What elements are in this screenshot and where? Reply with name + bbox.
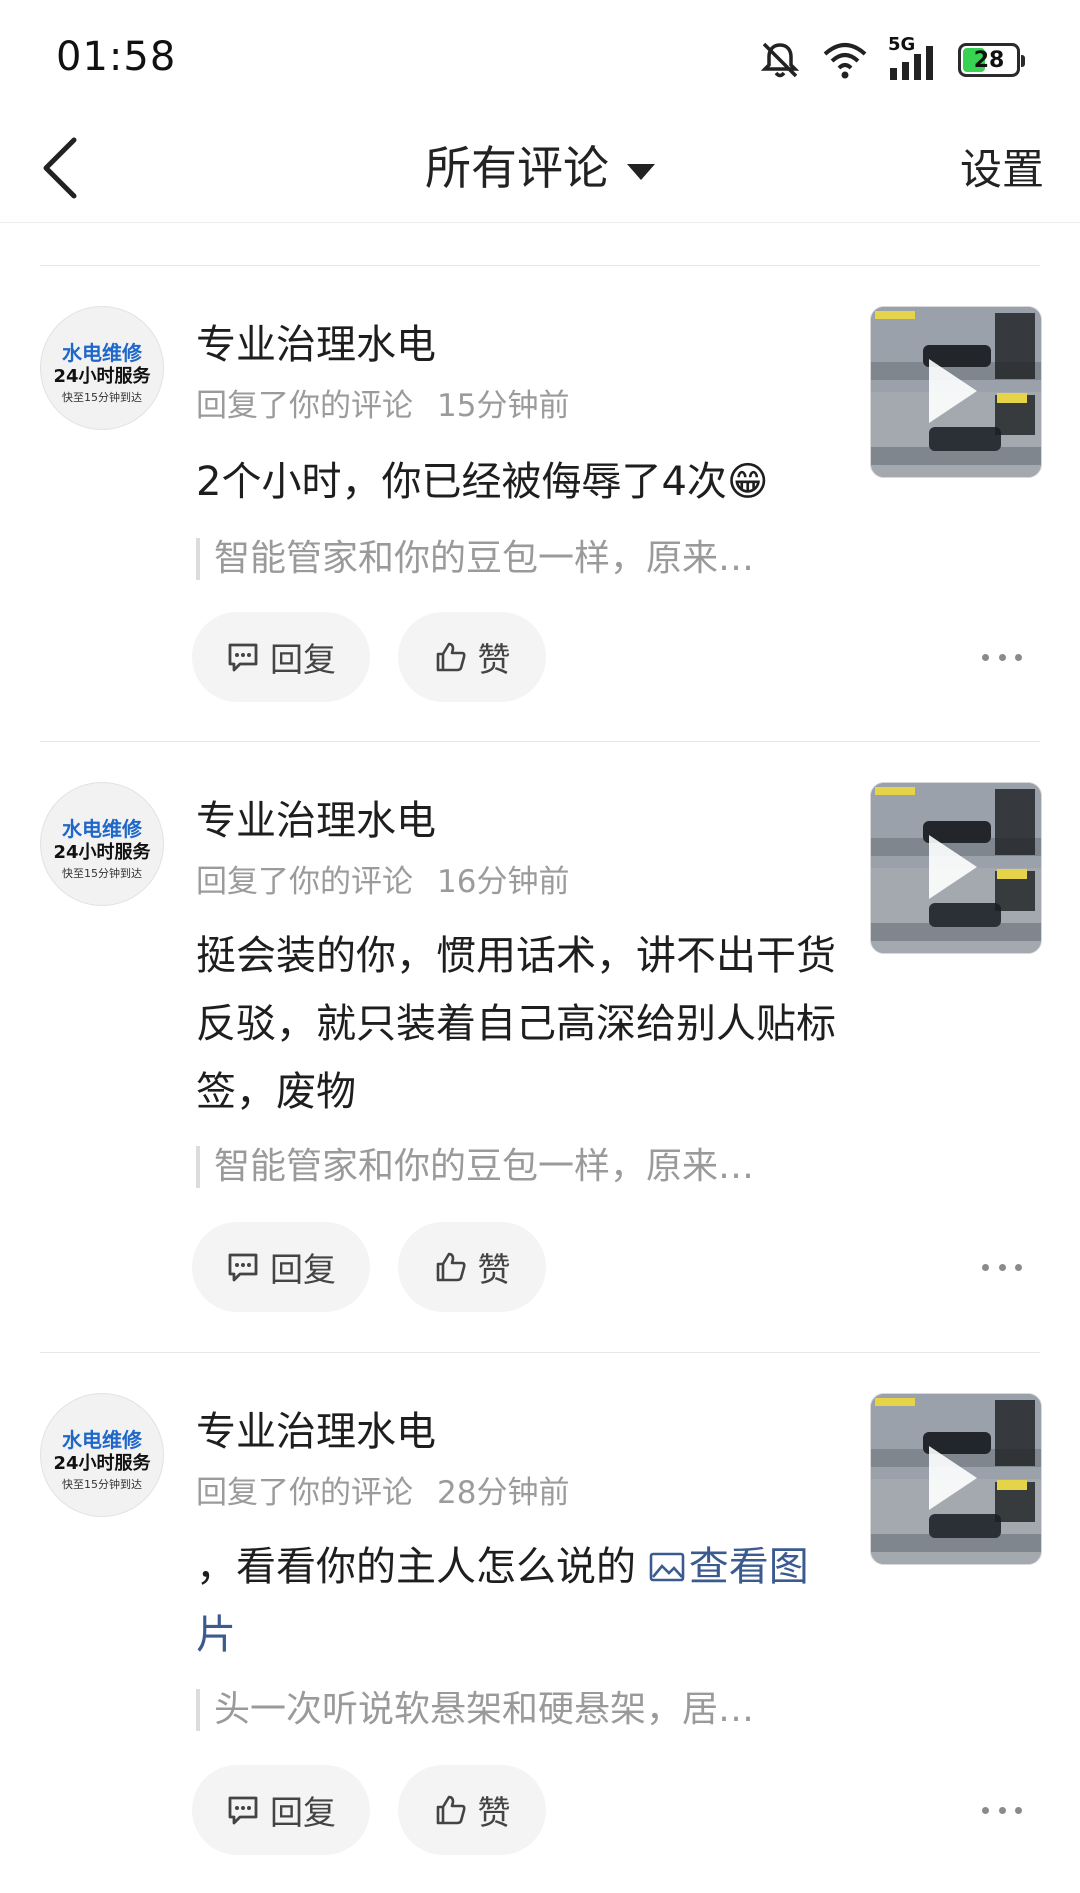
more-options-icon[interactable] [982,1260,1022,1274]
nav-bar: 所有评论 设置 [0,110,1080,223]
action-text: 回复了你的评论 [196,1475,413,1511]
wifi-icon [823,43,867,79]
comment-filter-dropdown[interactable]: 所有评论 [0,132,1080,198]
play-icon [929,1446,977,1510]
comment-text[interactable]: 2个小时，你已经被侮辱了4次😁 [196,448,836,516]
more-options-icon[interactable] [982,1803,1022,1817]
cellular-signal-icon: 5G [888,34,938,82]
like-button[interactable]: 赞 [398,1765,546,1855]
avatar[interactable]: 水电维修 24小时服务 快至15分钟到达 [40,306,164,430]
battery-level: 28 [973,48,1005,73]
action-text: 回复了你的评论 [196,388,413,424]
like-label: 赞 [477,1250,511,1289]
settings-button[interactable]: 设置 [960,136,1044,197]
battery-icon: 28 [958,43,1025,77]
like-button[interactable]: 赞 [398,1222,546,1312]
play-icon [929,359,977,423]
comment-item: 水电维修 24小时服务 快至15分钟到达 专业治理水电 回复了你的评论 15分钟前… [0,266,1080,741]
quoted-comment[interactable]: 智能管家和你的豆包一样，原来… [196,538,754,580]
caret-down-icon [627,163,655,180]
thumbs-up-icon [436,642,466,672]
username[interactable]: 专业治理水电 [196,1399,436,1457]
timestamp: 16分钟前 [437,864,570,900]
page-title: 所有评论 [425,141,609,195]
comment-item: 水电维修 24小时服务 快至15分钟到达 专业治理水电 回复了你的评论 16分钟前… [0,742,1080,1352]
thumbs-up-icon [436,1252,466,1282]
comment-text[interactable]: 挺会装的你，惯用话术，讲不出干货反驳，就只装着自己高深给别人贴标签，废物 [196,922,836,1126]
username[interactable]: 专业治理水电 [196,312,436,370]
timestamp: 15分钟前 [437,388,570,424]
avatar[interactable]: 水电维修 24小时服务 快至15分钟到达 [40,782,164,906]
reply-button[interactable]: 回复 [192,1765,370,1855]
reply-label: 回复 [270,1250,336,1289]
reply-label: 回复 [270,1793,336,1832]
avatar[interactable]: 水电维修 24小时服务 快至15分钟到达 [40,1393,164,1517]
status-icons: 5G 28 [758,34,1025,82]
like-label: 赞 [477,1793,511,1832]
comment-icon [228,1796,258,1825]
thumbs-up-icon [436,1795,466,1825]
comment-meta: 回复了你的评论 15分钟前 [196,380,569,425]
status-time: 01:58 [56,34,177,80]
comment-icon [228,643,258,672]
quoted-comment[interactable]: 智能管家和你的豆包一样，原来… [196,1146,754,1188]
mute-bell-icon [760,42,800,78]
comment-meta: 回复了你的评论 16分钟前 [196,856,569,901]
video-thumbnail[interactable] [870,1393,1042,1565]
video-thumbnail[interactable] [870,306,1042,478]
comment-text-content: ，看看你的主人怎么说的 [196,1544,649,1590]
comment-icon [228,1253,258,1282]
action-text: 回复了你的评论 [196,864,413,900]
play-icon [929,835,977,899]
reply-button[interactable]: 回复 [192,1222,370,1312]
status-bar: 01:58 5G 28 [0,0,1080,110]
reply-button[interactable]: 回复 [192,612,370,702]
reply-label: 回复 [270,640,336,679]
more-options-icon[interactable] [982,650,1022,664]
username[interactable]: 专业治理水电 [196,788,436,846]
like-button[interactable]: 赞 [398,612,546,702]
timestamp: 28分钟前 [437,1475,570,1511]
like-label: 赞 [477,640,511,679]
comment-meta: 回复了你的评论 28分钟前 [196,1467,569,1512]
comment-item: 水电维修 24小时服务 快至15分钟到达 专业治理水电 回复了你的评论 28分钟前… [0,1353,1080,1893]
comment-text[interactable]: ，看看你的主人怎么说的 查看图片 [196,1533,836,1669]
video-thumbnail[interactable] [870,782,1042,954]
quoted-comment[interactable]: 头一次听说软悬架和硬悬架，居… [196,1689,754,1731]
image-icon [649,1552,685,1582]
